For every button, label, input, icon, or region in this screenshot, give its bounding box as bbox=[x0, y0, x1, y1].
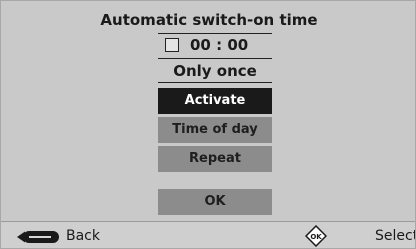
divider-top bbox=[158, 33, 272, 34]
ok-diamond-icon[interactable]: OK bbox=[305, 225, 327, 247]
back-label: Back bbox=[66, 228, 100, 244]
time-value: 00 : 00 bbox=[190, 36, 249, 54]
time-checkbox[interactable] bbox=[165, 38, 179, 52]
frequency-value: Only once bbox=[173, 62, 257, 80]
time-of-day-button[interactable]: Time of day bbox=[158, 117, 272, 143]
repeat-button[interactable]: Repeat bbox=[158, 146, 272, 172]
activate-button[interactable]: Activate bbox=[158, 88, 272, 114]
svg-text:OK: OK bbox=[310, 233, 322, 241]
timer-dialog: Automatic switch-on time 00 : 00 Only on… bbox=[0, 0, 416, 249]
divider-bottom bbox=[158, 82, 272, 83]
back-arrow-icon bbox=[17, 231, 59, 243]
dialog-title: Automatic switch-on time bbox=[100, 11, 318, 29]
time-row[interactable]: 00 : 00 bbox=[158, 35, 272, 57]
divider-middle bbox=[158, 58, 272, 59]
footer-bar: Back OK Select bbox=[1, 221, 416, 248]
ok-button[interactable]: OK bbox=[158, 189, 272, 215]
select-label: Select bbox=[375, 228, 416, 244]
